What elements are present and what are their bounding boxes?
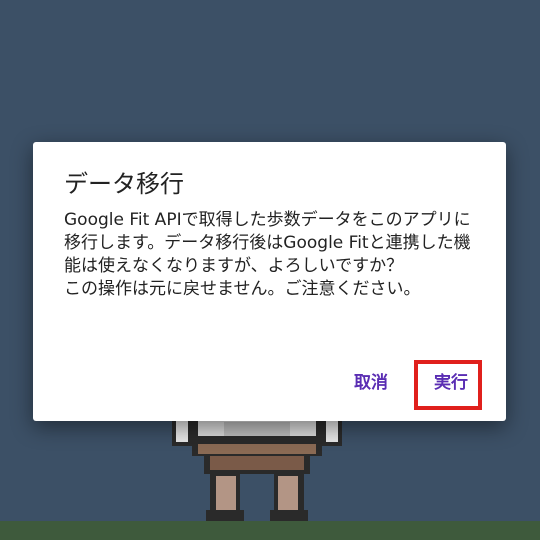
dialog-message: Google Fit APIで取得した歩数データをこのアプリに移行します。データ… [64, 210, 471, 299]
game-screen: データ移行 Google Fit APIで取得した歩数データをこのアプリに移行し… [0, 0, 540, 540]
execute-highlight-box [414, 360, 482, 410]
ground-strip [0, 521, 540, 540]
cancel-button[interactable]: 取消 [354, 368, 388, 393]
pixel-character-icon [172, 416, 342, 524]
dialog-title: データ移行 [64, 170, 184, 198]
